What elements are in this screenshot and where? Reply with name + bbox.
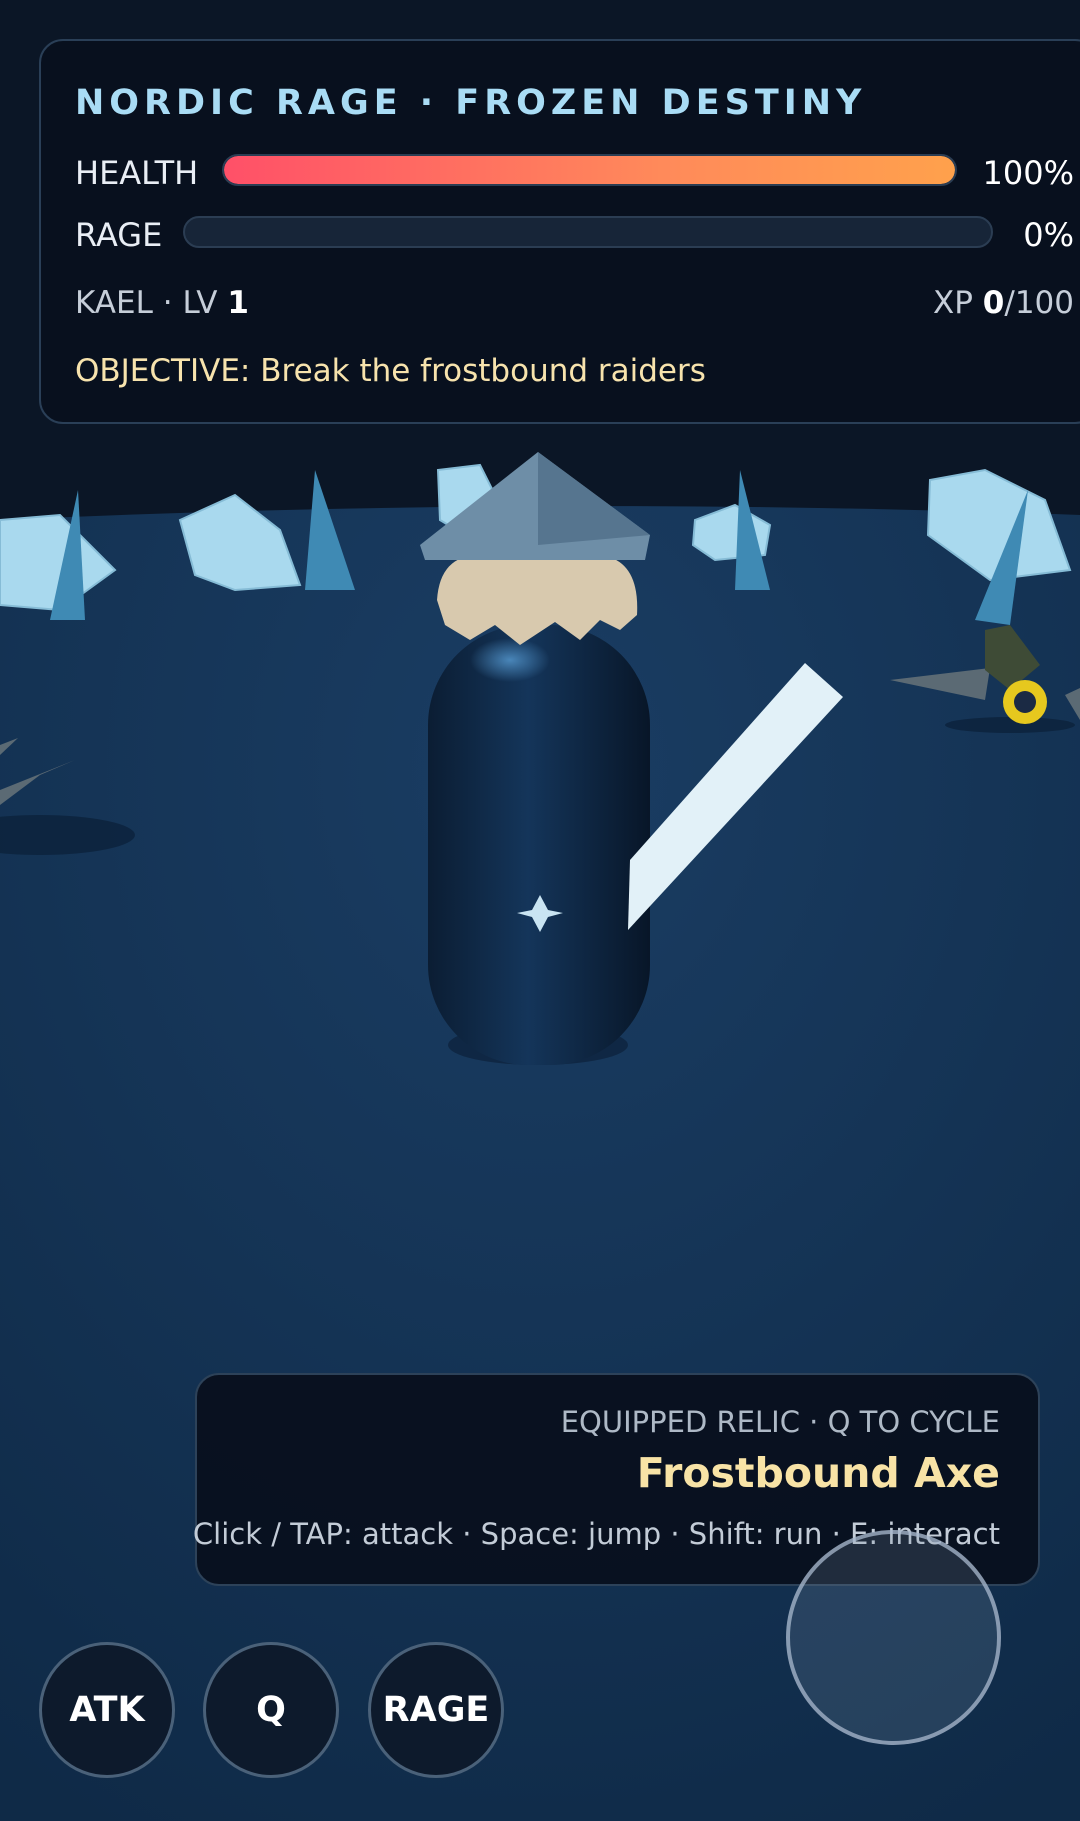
status-hud: NORDIC RAGE · FROZEN DESTINY HEALTH 100%… [39,39,1080,424]
xp-current: 0 [982,285,1005,321]
objective-colon: : [239,353,261,389]
character-info: KAEL · LV 1 [75,285,249,321]
xp-label: XP [933,285,973,321]
virtual-joystick[interactable] [786,1530,1001,1745]
health-value: 100% [982,154,1074,192]
objective-text: Break the frostbound raiders [260,353,706,389]
health-bar-fill [224,156,955,184]
relic-caption: EQUIPPED RELIC · Q TO CYCLE [560,1405,1000,1439]
rage-label: RAGE [75,216,163,254]
rage-value: 0% [1023,216,1074,254]
rage-bar [183,216,993,248]
rage-button[interactable]: RAGE [368,1642,504,1778]
health-label: HEALTH [75,154,199,192]
relic-name: Frostbound Axe [636,1449,1000,1497]
character-name: KAEL [75,285,153,321]
xp-max: /100 [1004,285,1074,321]
attack-button[interactable]: ATK [39,1642,175,1778]
separator-dot: · [162,285,183,321]
level-value: 1 [227,285,249,321]
objective-label: OBJECTIVE [75,353,240,389]
game-title: NORDIC RAGE · FROZEN DESTINY [75,83,867,123]
health-bar [222,154,957,186]
objective-line: OBJECTIVE: Break the frostbound raiders [75,353,706,389]
level-label: LV [182,285,218,321]
cycle-relic-button[interactable]: Q [203,1642,339,1778]
xp-info: XP 0/100 [933,285,1074,321]
